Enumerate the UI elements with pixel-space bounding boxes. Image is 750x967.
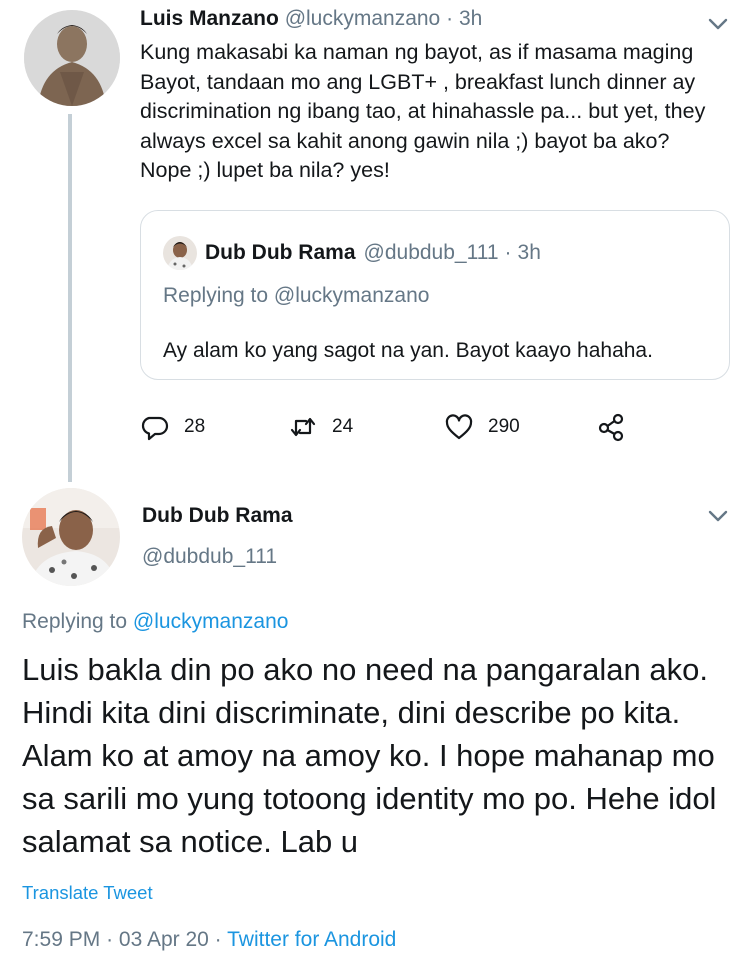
author-handle[interactable]: @luckymanzano bbox=[285, 7, 441, 30]
tweet-date: 03 Apr 20 bbox=[118, 928, 209, 951]
replying-to-prefix: Replying to bbox=[22, 610, 128, 633]
quoted-author-name[interactable]: Dub Dub Rama bbox=[205, 241, 356, 265]
separator-dot: · bbox=[106, 928, 114, 951]
quoted-replying-to: Replying to @luckymanzano bbox=[163, 284, 430, 307]
avatar-luis-manzano[interactable] bbox=[24, 10, 120, 106]
share-button[interactable] bbox=[596, 412, 626, 442]
retweet-icon bbox=[290, 417, 316, 437]
retweet-button[interactable]: 24 bbox=[288, 412, 353, 442]
tweet-text: Luis bakla din po ako no need na pangara… bbox=[22, 652, 717, 859]
tweet-text: Kung makasabi ka naman ng bayot, as if m… bbox=[140, 40, 706, 182]
translate-tweet-link[interactable]: Translate Tweet bbox=[22, 882, 153, 904]
quoted-tweet-text: Ay alam ko yang sagot na yan. Bayot kaay… bbox=[163, 339, 653, 362]
avatar-dub-dub-rama[interactable] bbox=[22, 488, 120, 586]
quoted-tweet-time: 3h bbox=[517, 241, 541, 264]
share-icon bbox=[598, 413, 624, 442]
separator-dot: · bbox=[446, 7, 454, 30]
tweet-header: Luis Manzano @luckymanzano · 3h bbox=[140, 7, 482, 31]
tweet-time[interactable]: 3h bbox=[459, 7, 482, 30]
like-button[interactable]: 290 bbox=[444, 412, 520, 442]
tweet-source-link[interactable]: Twitter for Android bbox=[227, 928, 396, 951]
chevron-down-icon[interactable] bbox=[706, 12, 730, 36]
author-name[interactable]: Luis Manzano bbox=[140, 7, 279, 30]
reply-icon bbox=[141, 416, 169, 441]
quoted-author-handle[interactable]: @dubdub_111 bbox=[364, 241, 499, 265]
author-handle[interactable]: @dubdub_111 bbox=[142, 545, 277, 569]
reply-button[interactable]: 28 bbox=[140, 412, 205, 442]
thread-connector-line bbox=[68, 114, 72, 482]
quoted-tweet-header: Dub Dub Rama @dubdub_111 · 3h bbox=[163, 236, 541, 270]
author-name[interactable]: Dub Dub Rama bbox=[142, 504, 293, 528]
reply-count: 28 bbox=[184, 416, 206, 437]
quoted-tweet-card[interactable]: Dub Dub Rama @dubdub_111 · 3h Replying t… bbox=[140, 210, 730, 380]
replying-to-handle-link[interactable]: @luckymanzano bbox=[133, 610, 289, 633]
retweet-count: 24 bbox=[332, 416, 354, 437]
tweet-time: 7:59 PM bbox=[22, 928, 101, 951]
like-count: 290 bbox=[488, 416, 520, 437]
replying-to: Replying to @luckymanzano bbox=[22, 610, 288, 634]
separator-dot: · bbox=[214, 928, 222, 951]
chevron-down-icon[interactable] bbox=[706, 504, 730, 528]
avatar-dub-dub-rama-small bbox=[163, 236, 197, 270]
tweet-action-bar: 28 24 290 bbox=[140, 412, 640, 446]
like-icon bbox=[445, 414, 473, 440]
separator-dot: · bbox=[504, 241, 512, 264]
tweet-metadata: 7:59 PM · 03 Apr 20 · Twitter for Androi… bbox=[22, 928, 396, 952]
